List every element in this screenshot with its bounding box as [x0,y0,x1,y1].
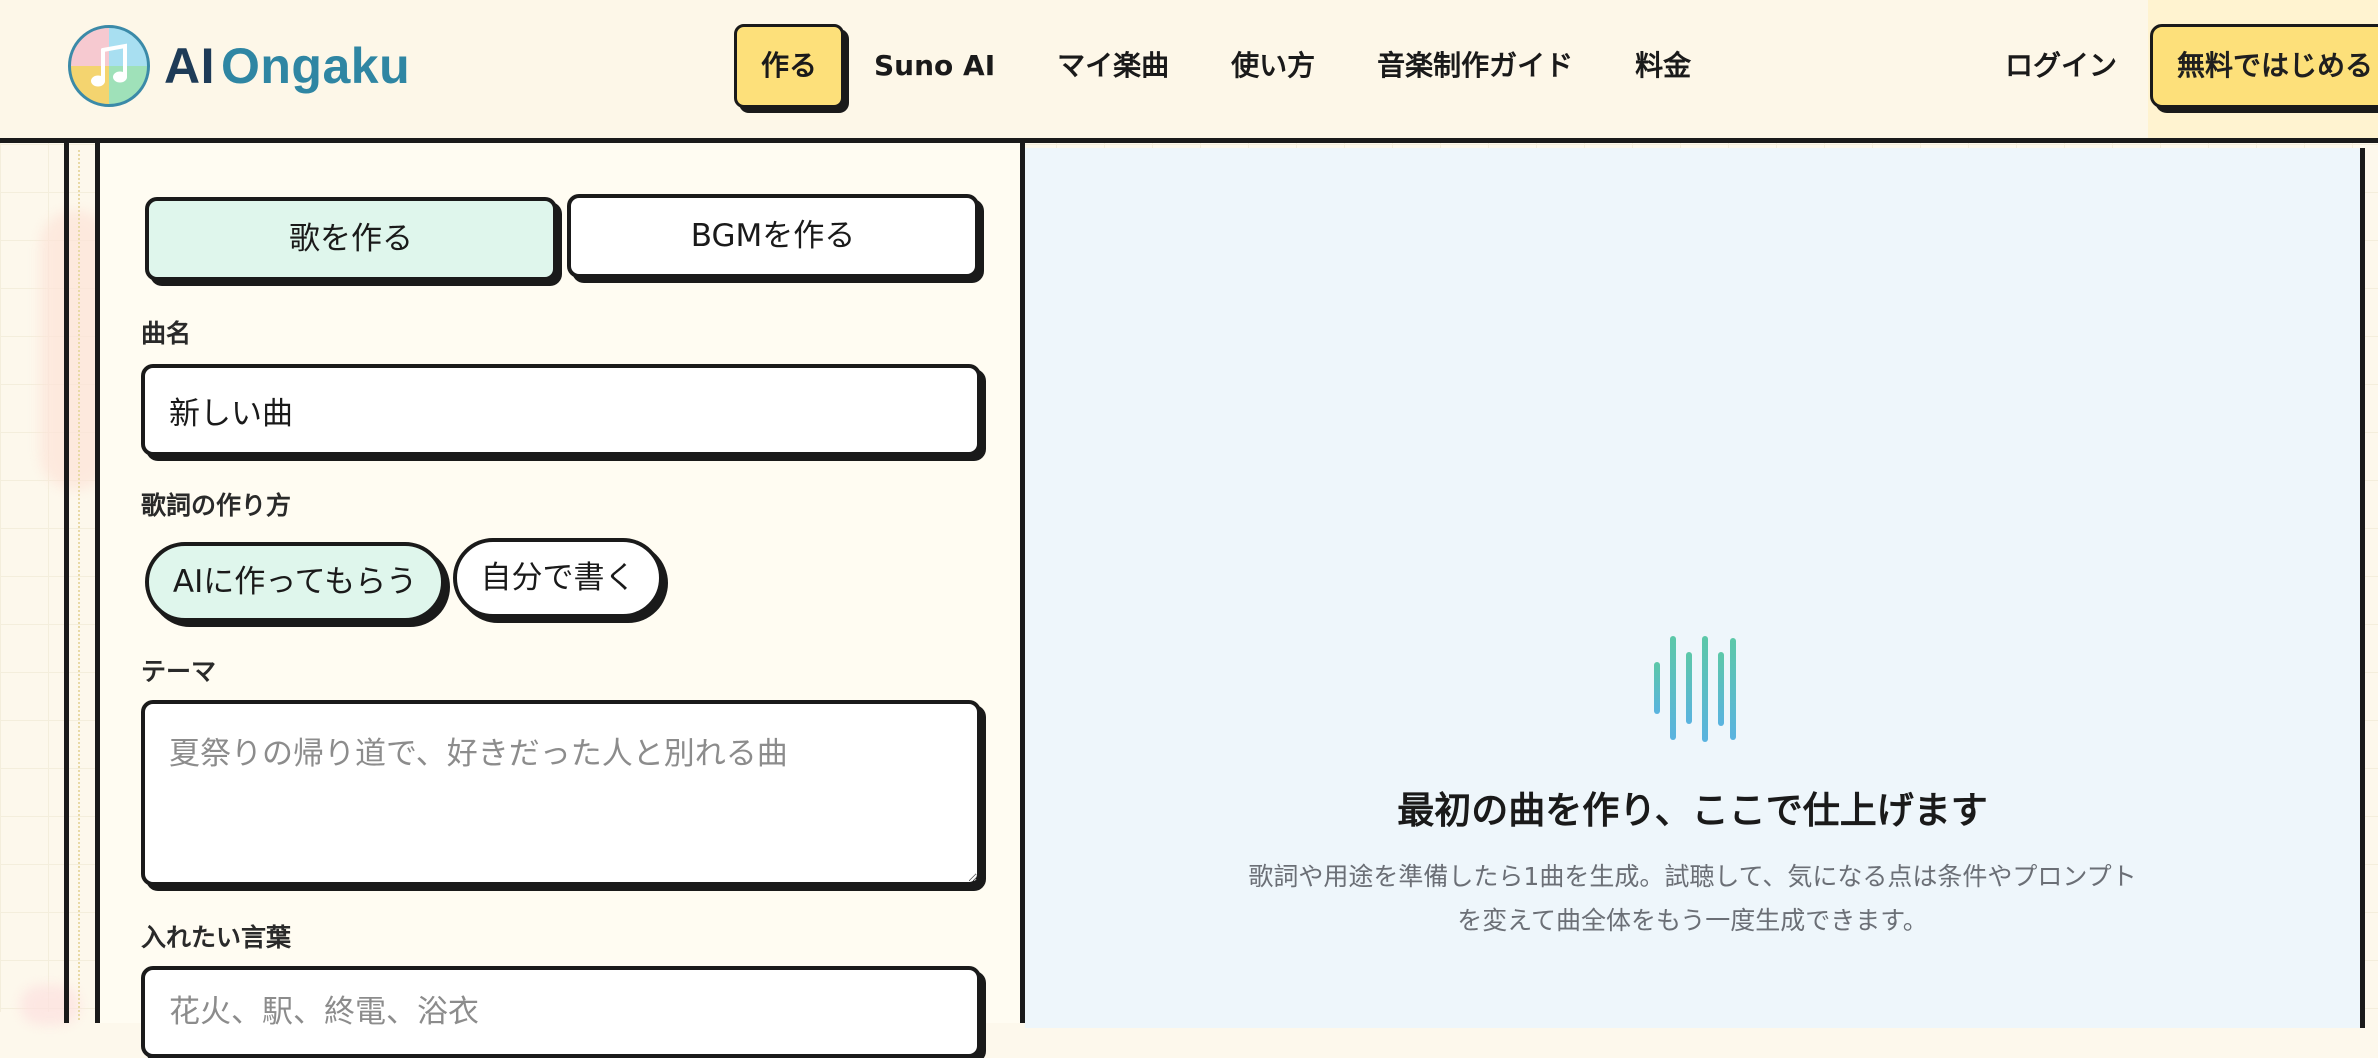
lyrics-method-label: 歌詞の作り方 [141,491,292,520]
preview-empty-title: 最初の曲を作り、ここで仕上げます [1397,789,1988,832]
keywords-label: 入れたい言葉 [141,923,292,952]
nav-item-my-songs[interactable]: マイ楽曲 [1057,24,1169,108]
music-note-logo-icon [68,25,150,107]
theme-label: テーマ [141,657,217,686]
song-title-input[interactable] [141,364,981,456]
nav-item-create[interactable]: 作る [734,24,845,108]
nav-item-music-guide[interactable]: 音楽制作ガイド [1377,24,1573,108]
preview-empty-description: 歌詞や用途を準備したら1曲を生成。試聴して、気になる点は条件やプロンプト を変え… [1240,855,2145,943]
brand-wordmark-ongaku: Ongaku [221,38,411,94]
preview-description-line: 歌詞や用途を準備したら1曲を生成。試聴して、気になる点は条件やプロンプト [1248,862,2137,891]
lyrics-option-self[interactable]: 自分で書く [453,538,663,618]
login-link[interactable]: ログイン [2005,24,2117,108]
keywords-input[interactable] [141,966,981,1058]
tab-make-bgm[interactable]: BGMを作る [567,194,979,278]
lyrics-option-ai[interactable]: AIに作ってもらう [145,542,445,622]
tab-make-song[interactable]: 歌を作る [145,197,557,281]
soundwave-icon [1652,634,1736,748]
preview-description-line: を変えて曲全体をもう一度生成できます。 [1457,906,1928,935]
brand-logo[interactable]: AI Ongaku [68,25,410,107]
nav-item-suno-ai[interactable]: Suno AI [874,24,995,108]
main-nav: 作る Suno AI マイ楽曲 使い方 音楽制作ガイド 料金 [734,24,1753,108]
site-header: AI Ongaku 作る Suno AI マイ楽曲 使い方 音楽制作ガイド 料金 … [0,0,2378,143]
song-title-label: 曲名 [141,319,192,348]
start-free-button[interactable]: 無料ではじめる [2150,24,2378,108]
nav-item-pricing[interactable]: 料金 [1635,24,1691,108]
brand-wordmark-ai: AI [164,38,215,94]
brand-wordmark: AI Ongaku [164,37,410,95]
theme-textarea[interactable] [141,700,981,886]
nav-item-how-to[interactable]: 使い方 [1231,24,1315,108]
